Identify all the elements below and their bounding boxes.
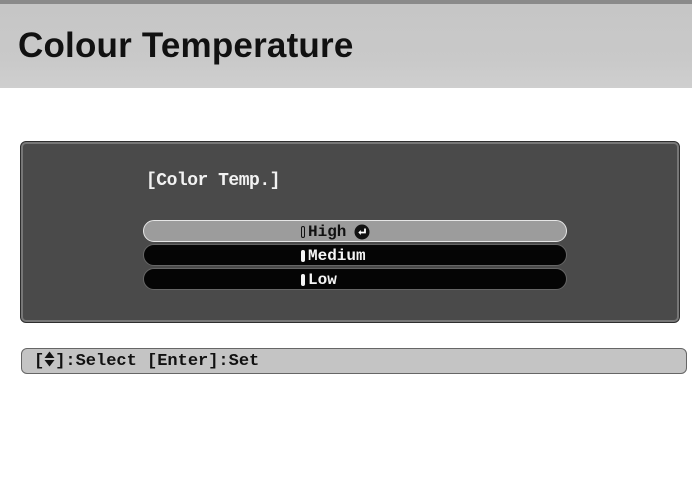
option-low-label: Low [308,271,337,289]
page-header: Colour Temperature [0,0,692,88]
menu-title: [Color Temp.] [146,171,280,191]
key-guide-bar: [ ]:Select [Enter]:Set [21,348,687,374]
page-title: Colour Temperature [18,26,354,65]
guide-open-bracket: [ [34,352,45,371]
guide-select-set-text: ]:Select [Enter]:Set [55,352,260,371]
radio-marker-icon [301,274,305,286]
option-high-label: High [308,223,347,241]
radio-unselected-icon [301,226,305,238]
osd-menu-panel: [Color Temp.] High Medium Low [21,142,679,322]
option-high[interactable]: High [143,220,567,242]
option-medium[interactable]: Medium [143,244,567,266]
option-high-content: High [301,222,370,242]
key-guide-text: [ ]:Select [Enter]:Set [34,351,259,372]
enter-return-icon [354,224,370,240]
option-medium-content: Medium [301,246,366,266]
up-down-arrows-icon [44,351,55,367]
option-low[interactable]: Low [143,268,567,290]
option-low-content: Low [301,270,337,290]
option-medium-label: Medium [308,247,366,265]
radio-marker-icon [301,250,305,262]
